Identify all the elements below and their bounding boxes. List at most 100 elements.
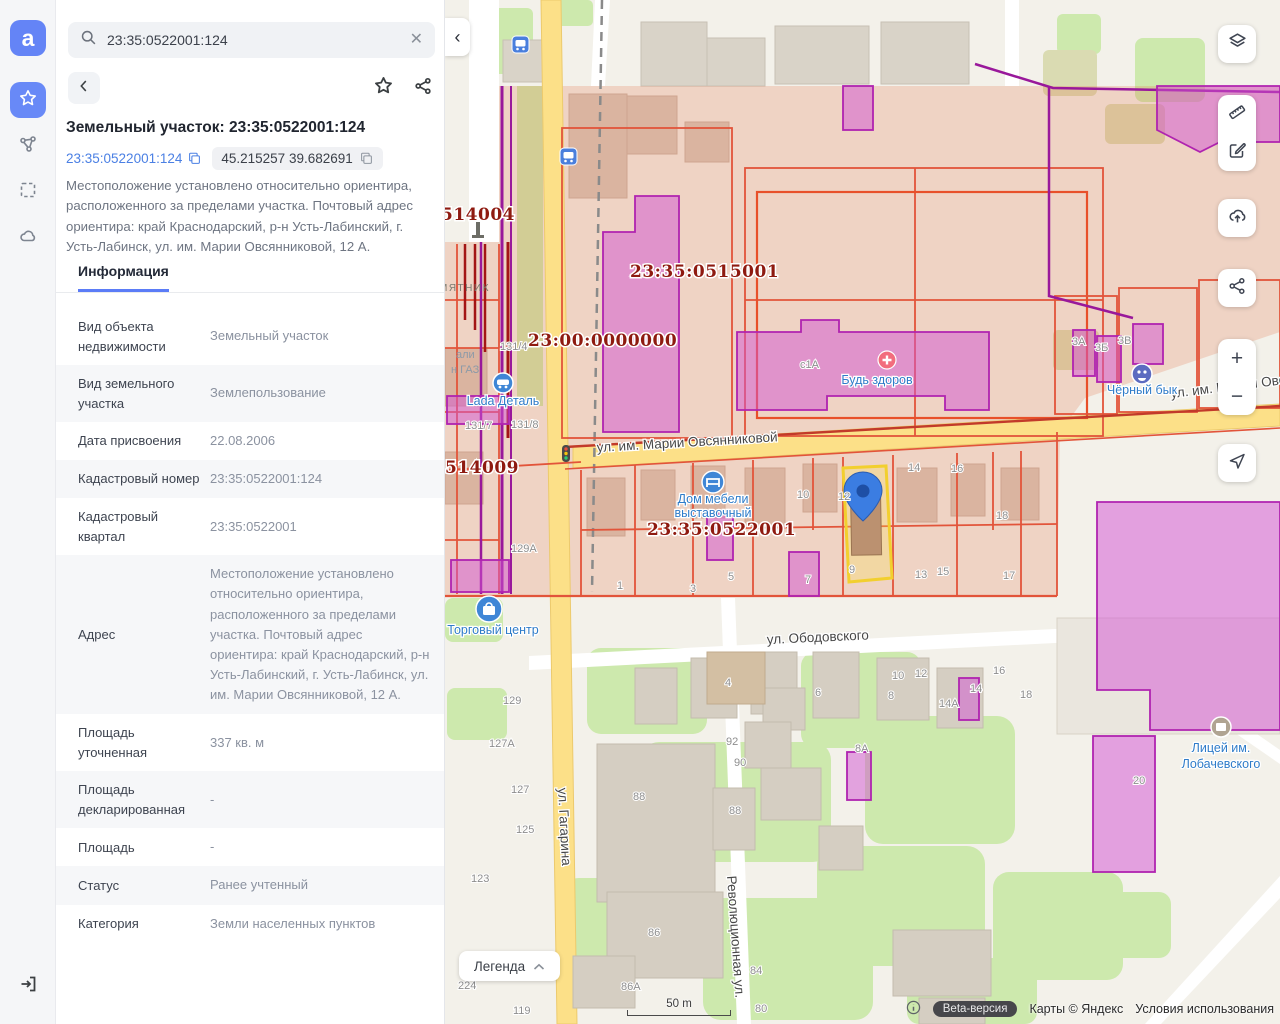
back-button[interactable]	[68, 72, 100, 104]
legend-button[interactable]: Легенда	[459, 951, 560, 981]
row-label: Категория	[78, 914, 200, 934]
scale-bar: 50 m	[627, 998, 731, 1016]
share-map-button[interactable]	[1218, 269, 1256, 307]
svg-text:23:35:0515001: 23:35:0515001	[630, 262, 779, 282]
svg-text:131/7: 131/7	[465, 420, 493, 432]
collapse-panel-button[interactable]: ‹	[445, 18, 470, 56]
svg-text:12: 12	[838, 491, 850, 503]
row-value: 22.08.2006	[210, 431, 275, 451]
svg-text:3Б: 3Б	[1095, 342, 1108, 354]
sidebar-item-select-area[interactable]	[10, 174, 46, 210]
zoom-in-button[interactable]: +	[1218, 339, 1256, 377]
copy-icon[interactable]	[359, 151, 374, 166]
svg-text:Чёрный бык: Чёрный бык	[1107, 383, 1178, 397]
edit-icon	[1227, 140, 1247, 165]
star-icon	[18, 88, 38, 113]
svg-text:224: 224	[458, 980, 476, 992]
ruler-button[interactable]	[1218, 95, 1256, 133]
map-basemap: ул. им. Марии Овсянниковой ул. им. Марии…	[445, 0, 1280, 1024]
tab-information[interactable]: Информация	[78, 263, 169, 292]
sidebar-item-layers-graph[interactable]	[10, 128, 46, 164]
svg-text:86: 86	[648, 927, 660, 939]
svg-text:88: 88	[729, 805, 741, 817]
svg-text:18: 18	[1020, 689, 1032, 701]
star-outline-icon	[373, 75, 394, 101]
terms-link[interactable]: Условия использования	[1135, 1002, 1274, 1016]
svg-text:3В: 3В	[1118, 335, 1131, 347]
bus-stop-icon	[560, 148, 577, 165]
sidebar-item-cloud[interactable]	[10, 220, 46, 256]
row-label: Статус	[78, 876, 200, 896]
scale-label: 50 m	[627, 998, 731, 1010]
chevron-up-icon	[533, 959, 545, 974]
svg-text:18: 18	[996, 510, 1008, 522]
search-input[interactable]	[107, 32, 410, 48]
sidebar-item-favorites[interactable]	[10, 82, 46, 118]
poi-icon-mall	[476, 596, 502, 622]
cadastral-number-link[interactable]: 23:35:0522001:124	[66, 151, 202, 166]
legend-label: Легенда	[474, 959, 525, 974]
graph-polygon-icon	[18, 134, 38, 159]
svg-text:17: 17	[1003, 570, 1015, 582]
table-row: Кадастровый номер23:35:0522001:124	[56, 460, 445, 498]
layers-button[interactable]	[1218, 25, 1256, 63]
svg-text:80: 80	[755, 1003, 767, 1015]
table-row: КатегорияЗемли населенных пунктов	[56, 905, 445, 943]
table-row: Статус Ранее учтенный	[56, 866, 445, 904]
svg-text:9: 9	[849, 564, 855, 576]
locate-control	[1218, 444, 1256, 482]
row-value: -	[210, 837, 214, 857]
row-label: Вид объекта недвижимости	[78, 317, 200, 356]
svg-text:4: 4	[725, 677, 731, 689]
svg-text:514009: 514009	[445, 458, 519, 478]
svg-text:МЯТНИК: МЯТНИК	[445, 283, 490, 294]
object-description: Местоположение установлено относительно …	[66, 176, 438, 258]
row-label: Дата присвоения	[78, 431, 200, 451]
locate-button[interactable]	[1218, 444, 1256, 482]
share-map-control	[1218, 269, 1256, 307]
edit-button[interactable]	[1218, 133, 1256, 171]
map-canvas[interactable]: ул. им. Марии Овсянниковой ул. им. Марии…	[445, 0, 1280, 1024]
maps-copyright[interactable]: Карты © Яндекс	[1029, 1002, 1123, 1016]
table-row: Площадь уточненная337 кв. м	[56, 714, 445, 771]
svg-text:с1А: с1А	[800, 359, 820, 371]
poi-icon-furniture	[702, 471, 724, 493]
measure-edit-control	[1218, 95, 1256, 171]
svg-text:129: 129	[503, 695, 521, 707]
search-bar[interactable]: ✕	[68, 22, 435, 58]
app-root: a ✕	[0, 0, 1280, 1024]
info-icon[interactable]	[906, 1000, 921, 1018]
svg-text:127А: 127А	[489, 738, 515, 750]
copy-icon[interactable]	[187, 151, 202, 166]
zoom-out-button[interactable]: −	[1218, 377, 1256, 415]
svg-text:Лицей им.: Лицей им.	[1192, 741, 1251, 755]
bus-stop-icon	[512, 36, 529, 53]
svg-text:1: 1	[617, 580, 623, 592]
svg-text:6: 6	[815, 687, 821, 699]
upload-button[interactable]	[1218, 199, 1256, 237]
svg-text:14: 14	[908, 462, 920, 474]
login-icon	[18, 974, 38, 999]
svg-text:3А: 3А	[1072, 336, 1086, 348]
poi-icon-restaurant	[1132, 364, 1152, 384]
clear-search-icon[interactable]: ✕	[410, 32, 423, 48]
row-label: Кадастровый номер	[78, 469, 200, 489]
table-row: Кадастровый квартал23:35:0522001	[56, 498, 445, 555]
share-icon	[413, 76, 433, 101]
ruler-icon	[1227, 102, 1247, 127]
app-logo[interactable]: a	[10, 20, 46, 56]
poi-icon-lada	[493, 373, 513, 393]
svg-text:16: 16	[951, 463, 963, 475]
poi-icon-pharmacy	[878, 351, 896, 369]
favorite-button[interactable]	[371, 76, 395, 100]
scale-line	[627, 1010, 731, 1016]
svg-text:Лобачевского: Лобачевского	[1182, 757, 1261, 771]
row-value: Ранее учтенный	[210, 875, 308, 895]
tabs-bar: Информация	[56, 263, 445, 293]
svg-text:23:00:0000000: 23:00:0000000	[528, 331, 677, 351]
svg-text:131/4: 131/4	[500, 341, 528, 353]
login-button[interactable]	[10, 968, 46, 1004]
svg-text:119: 119	[513, 1005, 531, 1017]
svg-text:90: 90	[734, 757, 746, 769]
share-button[interactable]	[411, 76, 435, 100]
